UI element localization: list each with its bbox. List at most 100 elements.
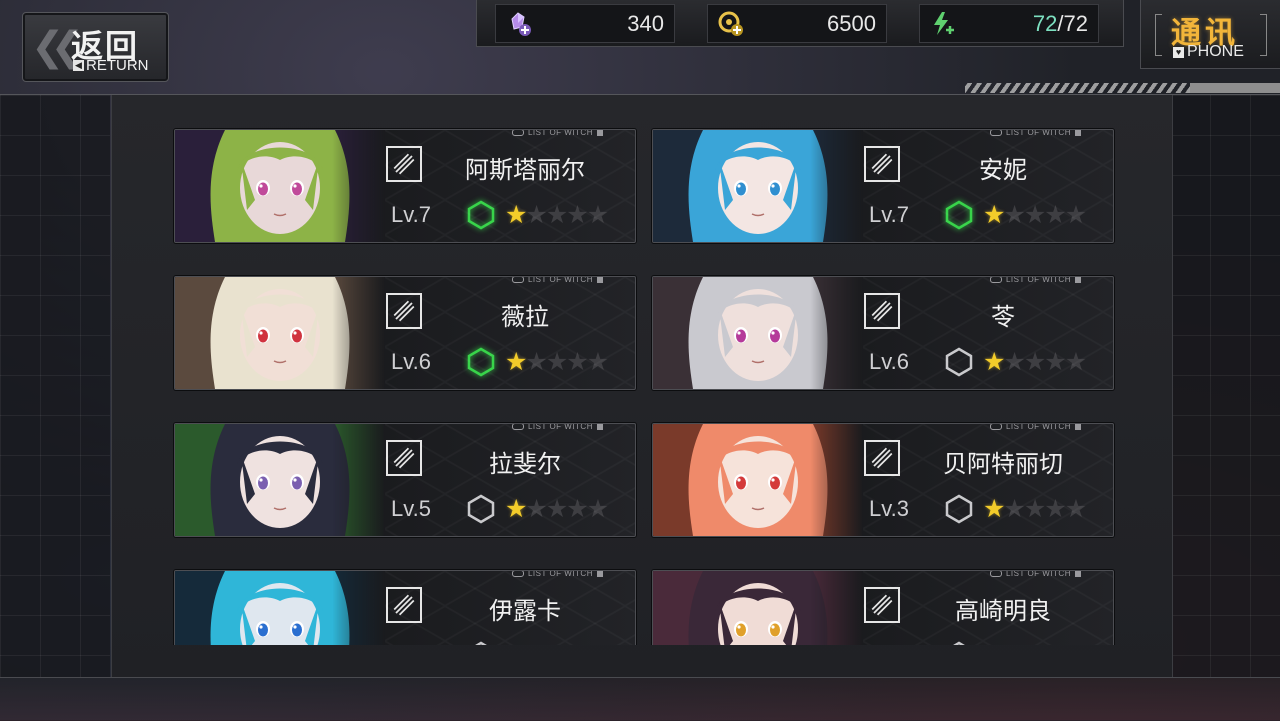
star-filled-icon: ★ (505, 200, 527, 229)
edit-icon[interactable] (386, 440, 422, 476)
witch-card-4[interactable]: LIST OF WITCH 苓 Lv.6 ★★★★★ (652, 276, 1114, 390)
list-of-witch-tag: LIST OF WITCH (511, 129, 603, 137)
list-of-witch-tag: LIST OF WITCH (989, 423, 1081, 431)
list-of-witch-tag: LIST OF WITCH (989, 130, 1081, 137)
square-icon (1075, 277, 1081, 283)
star-empty-icon: ★ (566, 494, 588, 523)
resource-coin[interactable]: 6500 (707, 4, 887, 43)
star-empty-icon: ★ (1023, 347, 1046, 376)
star-filled-icon: ★ (505, 494, 527, 523)
divider (0, 94, 1280, 95)
hexagon-rank-icon (945, 347, 973, 377)
witch-name: 安妮 (979, 157, 1027, 184)
witch-list[interactable]: LIST OF WITCH 阿斯塔丽尔 Lv.7 ★★★★★ LIST OF W… (160, 120, 1140, 645)
toggle-icon (989, 571, 1002, 577)
witch-name: 高崎明良 (955, 598, 1051, 625)
arrow-left-icon: ◀ (73, 60, 84, 71)
resource-bar: 340 6500 72/72 (476, 0, 1124, 47)
star-filled-icon: ★ (983, 200, 1005, 229)
return-label-en-wrap: ◀ RETURN (73, 57, 149, 74)
hexagon-rank-icon (475, 641, 487, 645)
grid-left (0, 95, 110, 678)
edit-icon[interactable] (864, 146, 900, 182)
witch-name: 苓 (991, 304, 1015, 331)
tag-text: LIST OF WITCH (527, 276, 593, 284)
star-filled-icon: ★ (983, 347, 1005, 376)
witch-name: 贝阿特丽切 (943, 451, 1063, 478)
hexagon-rank-icon (945, 200, 973, 230)
edit-icon[interactable] (386, 146, 422, 182)
edit-icon[interactable] (386, 293, 422, 329)
edit-icon[interactable] (864, 293, 900, 329)
witch-card-7[interactable]: LIST OF WITCH 伊露卡 (174, 570, 636, 645)
hexagon-rank-icon (467, 347, 495, 377)
witch-level: Lv.6 (391, 349, 431, 374)
edit-icon[interactable] (386, 587, 422, 623)
witch-level: Lv.7 (869, 202, 909, 227)
hexagon-rank-icon (953, 641, 965, 645)
bracket-right (1260, 14, 1267, 56)
witch-portrait (653, 424, 863, 536)
resource-crystal[interactable]: 340 (495, 4, 675, 43)
star-empty-icon: ★ (1044, 347, 1066, 376)
witch-card-6[interactable]: LIST OF WITCH 贝阿特丽切 Lv.3 ★★★★★ (652, 423, 1114, 537)
star-empty-icon: ★ (1023, 494, 1046, 523)
witch-portrait (175, 130, 385, 242)
bracket-left (1155, 14, 1162, 56)
bottom-strip (0, 677, 1280, 721)
square-icon (1075, 571, 1081, 577)
energy-value: 72/72 (1033, 11, 1088, 37)
resource-energy[interactable]: 72/72 (919, 4, 1099, 43)
witch-level: Lv.6 (869, 349, 909, 374)
edit-icon[interactable] (864, 587, 900, 623)
coin-value: 6500 (827, 11, 876, 36)
witch-portrait (175, 424, 385, 536)
square-icon (1075, 424, 1081, 430)
witch-card-3[interactable]: LIST OF WITCH 薇拉 Lv.6 ★★★★★ (174, 276, 636, 390)
list-of-witch-tag: LIST OF WITCH (511, 423, 603, 431)
list-of-witch-tag: LIST OF WITCH (989, 570, 1081, 578)
energy-max: /72 (1057, 11, 1088, 36)
witch-card-2[interactable]: LIST OF WITCH 安妮 Lv.7 ★★★★★ (652, 129, 1114, 243)
decorative-bar (1190, 83, 1280, 93)
phone-label-en-wrap: ♥ PHONE (1173, 43, 1244, 61)
star-empty-icon: ★ (566, 347, 588, 376)
star-empty-icon: ★ (1044, 200, 1066, 229)
tag-text: LIST OF WITCH (1005, 570, 1071, 578)
portrait-art (175, 571, 385, 645)
star-empty-icon: ★ (1064, 200, 1087, 229)
witch-portrait (653, 277, 863, 389)
hexagon-rank-icon (467, 494, 495, 524)
toggle-icon (989, 130, 1002, 136)
crystal-icon (511, 12, 531, 36)
star-empty-icon: ★ (586, 200, 609, 229)
witch-portrait (175, 571, 385, 645)
star-empty-icon: ★ (545, 494, 568, 523)
star-empty-icon: ★ (1044, 494, 1066, 523)
star-rating: ★★★★★ (505, 347, 609, 376)
phone-button[interactable]: 通讯 ♥ PHONE (1140, 0, 1280, 69)
star-empty-icon: ★ (1064, 347, 1087, 376)
star-empty-icon: ★ (1003, 200, 1025, 229)
star-filled-icon: ★ (505, 347, 527, 376)
decorative-stripes (965, 83, 1190, 93)
edit-icon[interactable] (864, 440, 900, 476)
star-empty-icon: ★ (566, 200, 588, 229)
portrait-art (175, 277, 385, 389)
crystal-value: 340 (627, 11, 664, 36)
tag-text: LIST OF WITCH (527, 423, 593, 431)
tag-text: LIST OF WITCH (1005, 423, 1071, 431)
tag-text: LIST OF WITCH (527, 129, 593, 137)
return-button[interactable]: ❮❮ 返回 ◀ RETURN (22, 12, 169, 82)
toggle-icon (989, 277, 1002, 283)
square-icon (597, 571, 603, 577)
grid-right (1170, 95, 1280, 678)
witch-card-8[interactable]: LIST OF WITCH 高崎明良 (652, 570, 1114, 645)
square-icon (597, 277, 603, 283)
witch-level: Lv.5 (391, 496, 431, 521)
witch-card-5[interactable]: LIST OF WITCH 拉斐尔 Lv.5 ★★★★★ (174, 423, 636, 537)
square-icon (597, 130, 603, 136)
phone-label-en: PHONE (1187, 43, 1244, 60)
portrait-art (653, 277, 863, 389)
witch-card-1[interactable]: LIST OF WITCH 阿斯塔丽尔 Lv.7 ★★★★★ (174, 129, 636, 243)
